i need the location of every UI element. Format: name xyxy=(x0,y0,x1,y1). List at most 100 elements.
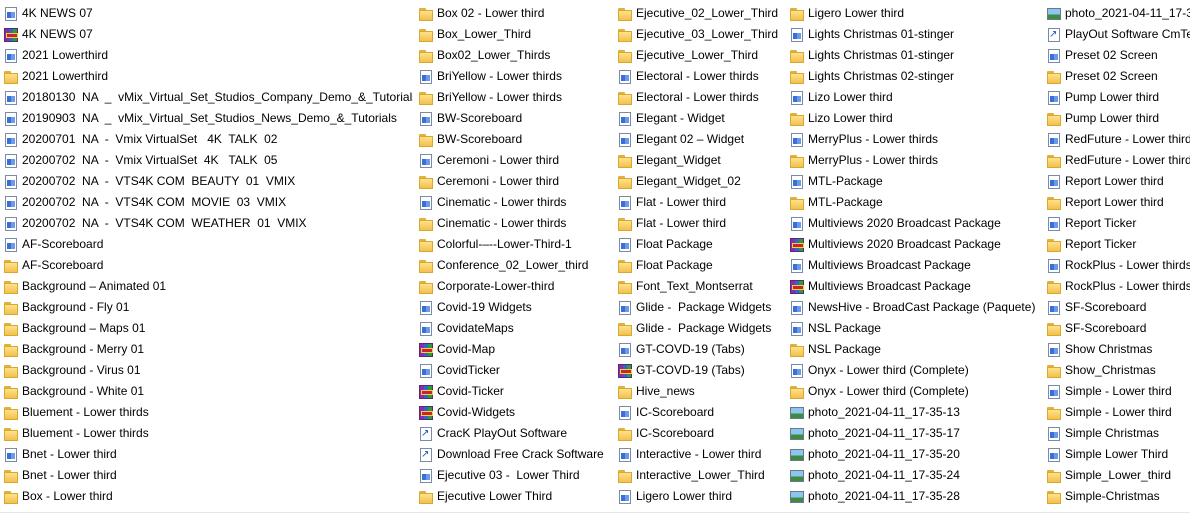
file-item[interactable]: photo_2021-04-11_17-35 xyxy=(1046,3,1190,24)
file-item[interactable]: Interactive - Lower third xyxy=(617,444,787,465)
file-item[interactable]: Box02_Lower_Thirds xyxy=(418,45,613,66)
file-item[interactable]: Covid-Ticker xyxy=(418,381,613,402)
file-item[interactable]: Simple Christmas xyxy=(1046,423,1190,444)
file-item[interactable]: photo_2021-04-11_17-35-17 xyxy=(789,423,1044,444)
file-item[interactable]: Box - Lower third xyxy=(3,486,413,507)
file-item[interactable]: RockPlus - Lower thirds xyxy=(1046,276,1190,297)
file-item[interactable]: Flat - Lower third xyxy=(617,213,787,234)
file-item[interactable]: AF-Scoreboard xyxy=(3,255,413,276)
file-item[interactable]: Ligero Lower third xyxy=(617,486,787,507)
file-item[interactable]: Ligero Lower third xyxy=(789,3,1044,24)
file-item[interactable]: MTL-Package xyxy=(789,171,1044,192)
file-item[interactable]: Ejecutive Lower Third xyxy=(418,486,613,507)
file-item[interactable]: 2021 Lowerthird xyxy=(3,66,413,87)
file-item[interactable]: PlayOut Software CmTe xyxy=(1046,24,1190,45)
file-item[interactable]: RedFuture - Lower thirds xyxy=(1046,150,1190,171)
file-item[interactable]: 20200701 NA - Vmix VirtualSet 4K TALK 02 xyxy=(3,129,413,150)
file-item[interactable]: Glide - Package Widgets xyxy=(617,318,787,339)
file-item[interactable]: Show_Christmas xyxy=(1046,360,1190,381)
file-item[interactable]: Flat - Lower third xyxy=(617,192,787,213)
file-item[interactable]: Ceremoni - Lower third xyxy=(418,150,613,171)
file-item[interactable]: Background - White 01 xyxy=(3,381,413,402)
file-item[interactable]: BriYellow - Lower thirds xyxy=(418,66,613,87)
file-item[interactable]: Multiviews 2020 Broadcast Package xyxy=(789,213,1044,234)
file-item[interactable]: 4K NEWS 07 xyxy=(3,3,413,24)
file-item[interactable]: Pump Lower third xyxy=(1046,108,1190,129)
file-item[interactable]: Ejecutive_02_Lower_Third xyxy=(617,3,787,24)
file-item[interactable]: Report Ticker xyxy=(1046,234,1190,255)
file-item[interactable]: photo_2021-04-11_17-35-20 xyxy=(789,444,1044,465)
file-item[interactable]: Float Package xyxy=(617,255,787,276)
file-item[interactable]: Lizo Lower third xyxy=(789,108,1044,129)
file-item[interactable]: BW-Scoreboard xyxy=(418,108,613,129)
file-item[interactable]: Ejecutive_03_Lower_Third xyxy=(617,24,787,45)
file-item[interactable]: Multiviews Broadcast Package xyxy=(789,255,1044,276)
file-item[interactable]: MerryPlus - Lower thirds xyxy=(789,150,1044,171)
file-item[interactable]: Lights Christmas 01-stinger xyxy=(789,24,1044,45)
file-item[interactable]: Lizo Lower third xyxy=(789,87,1044,108)
file-item[interactable]: 20200702 NA - VTS4K COM MOVIE 03 VMIX xyxy=(3,192,413,213)
file-item[interactable]: Report Lower third xyxy=(1046,171,1190,192)
file-item[interactable]: Background - Merry 01 xyxy=(3,339,413,360)
file-item[interactable]: RockPlus - Lower thirds xyxy=(1046,255,1190,276)
file-item[interactable]: Covid-Widgets xyxy=(418,402,613,423)
file-item[interactable]: Ejecutive_Lower_Third xyxy=(617,45,787,66)
file-item[interactable]: Background – Maps 01 xyxy=(3,318,413,339)
file-item[interactable]: Download Free Crack Software xyxy=(418,444,613,465)
file-item[interactable]: Pump Lower third xyxy=(1046,87,1190,108)
file-item[interactable]: Ejecutive 03 - Lower Third xyxy=(418,465,613,486)
file-item[interactable]: Show Christmas xyxy=(1046,339,1190,360)
file-item[interactable]: CovidTicker xyxy=(418,360,613,381)
file-item[interactable]: Electoral - Lower thirds xyxy=(617,87,787,108)
file-item[interactable]: Interactive_Lower_Third xyxy=(617,465,787,486)
file-item[interactable]: Simple - Lower third xyxy=(1046,381,1190,402)
file-item[interactable]: IC-Scoreboard xyxy=(617,423,787,444)
file-item[interactable]: Cinematic - Lower thirds xyxy=(418,192,613,213)
file-item[interactable]: Report Lower third xyxy=(1046,192,1190,213)
file-item[interactable]: Onyx - Lower third (Complete) xyxy=(789,360,1044,381)
file-item[interactable]: Onyx - Lower third (Complete) xyxy=(789,381,1044,402)
file-item[interactable]: Background - Fly 01 xyxy=(3,297,413,318)
file-item[interactable]: SF-Scoreboard xyxy=(1046,297,1190,318)
file-item[interactable]: Corporate-Lower-third xyxy=(418,276,613,297)
file-item[interactable]: Hive_news xyxy=(617,381,787,402)
file-item[interactable]: Box_Lower_Third xyxy=(418,24,613,45)
file-item[interactable]: Bnet - Lower third xyxy=(3,444,413,465)
file-item[interactable]: NSL Package xyxy=(789,339,1044,360)
file-item[interactable]: MerryPlus - Lower thirds xyxy=(789,129,1044,150)
file-item[interactable]: Electoral - Lower thirds xyxy=(617,66,787,87)
file-item[interactable]: Lights Christmas 01-stinger xyxy=(789,45,1044,66)
file-item[interactable]: 4K NEWS 07 xyxy=(3,24,413,45)
file-item[interactable]: photo_2021-04-11_17-35-28 xyxy=(789,486,1044,507)
file-item[interactable]: BW-Scoreboard xyxy=(418,129,613,150)
file-item[interactable]: Cinematic - Lower thirds xyxy=(418,213,613,234)
file-item[interactable]: Multiviews 2020 Broadcast Package xyxy=(789,234,1044,255)
file-item[interactable]: Conference_02_Lower_third xyxy=(418,255,613,276)
file-item[interactable]: Box 02 - Lower third xyxy=(418,3,613,24)
file-item[interactable]: Colorful-–--Lower-Third-1 xyxy=(418,234,613,255)
file-item[interactable]: Simple Lower Third xyxy=(1046,444,1190,465)
file-item[interactable]: Simple-Christmas xyxy=(1046,486,1190,507)
file-item[interactable]: Covid-19 Widgets xyxy=(418,297,613,318)
file-item[interactable]: 2021 Lowerthird xyxy=(3,45,413,66)
file-item[interactable]: Report Ticker xyxy=(1046,213,1190,234)
file-item[interactable]: AF-Scoreboard xyxy=(3,234,413,255)
file-item[interactable]: SF-Scoreboard xyxy=(1046,318,1190,339)
file-item[interactable]: MTL-Package xyxy=(789,192,1044,213)
file-item[interactable]: Preset 02 Screen xyxy=(1046,45,1190,66)
file-item[interactable]: 20200702 NA - Vmix VirtualSet 4K TALK 05 xyxy=(3,150,413,171)
file-item[interactable]: 20180130 NA _ vMix_Virtual_Set_Studios_C… xyxy=(3,87,413,108)
file-item[interactable]: Preset 02 Screen xyxy=(1046,66,1190,87)
file-item[interactable]: 20200702 NA - VTS4K COM WEATHER 01 VMIX xyxy=(3,213,413,234)
file-item[interactable]: RedFuture - Lower thirds xyxy=(1046,129,1190,150)
file-item[interactable]: GT-COVD-19 (Tabs) xyxy=(617,360,787,381)
file-item[interactable]: Multiviews Broadcast Package xyxy=(789,276,1044,297)
file-item[interactable]: 20190903 NA _ vMix_Virtual_Set_Studios_N… xyxy=(3,108,413,129)
file-item[interactable]: BriYellow - Lower thirds xyxy=(418,87,613,108)
file-item[interactable]: Elegant_Widget xyxy=(617,150,787,171)
file-item[interactable]: NSL Package xyxy=(789,318,1044,339)
file-item[interactable]: Font_Text_Montserrat xyxy=(617,276,787,297)
file-item[interactable]: Covid-Map xyxy=(418,339,613,360)
file-item[interactable]: 20200702 NA - VTS4K COM BEAUTY 01 VMIX xyxy=(3,171,413,192)
file-item[interactable]: IC-Scoreboard xyxy=(617,402,787,423)
